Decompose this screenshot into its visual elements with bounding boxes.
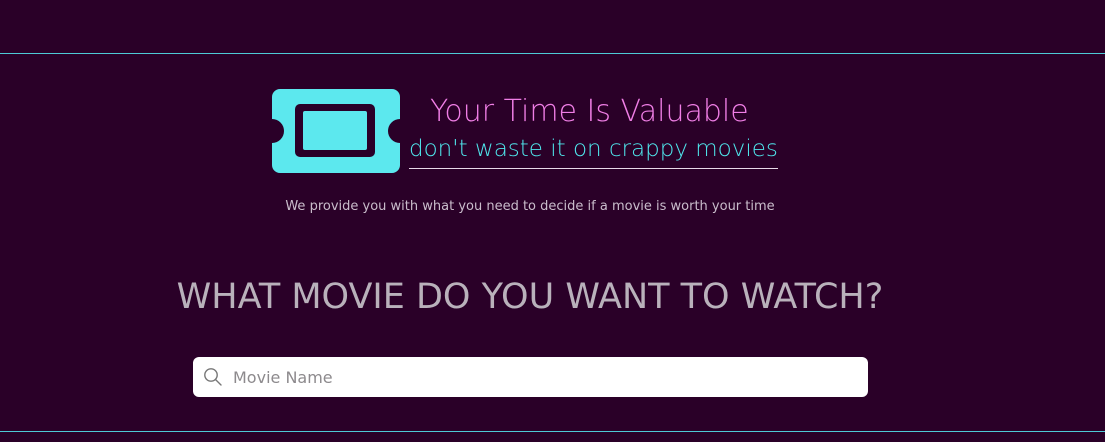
tagline-main: Your Time Is Valuable xyxy=(430,94,749,129)
hero-description: We provide you with what you need to dec… xyxy=(285,199,775,214)
search-input[interactable] xyxy=(233,357,853,397)
search-icon xyxy=(203,367,223,387)
footer-divider xyxy=(0,431,1105,432)
page-heading: WHAT MOVIE DO YOU WANT TO WATCH? xyxy=(176,277,884,317)
tagline-sub: don't waste it on crappy movies xyxy=(409,132,778,169)
search-box xyxy=(193,357,868,397)
ticket-screen-icon xyxy=(272,89,400,173)
header-divider xyxy=(0,53,1105,54)
